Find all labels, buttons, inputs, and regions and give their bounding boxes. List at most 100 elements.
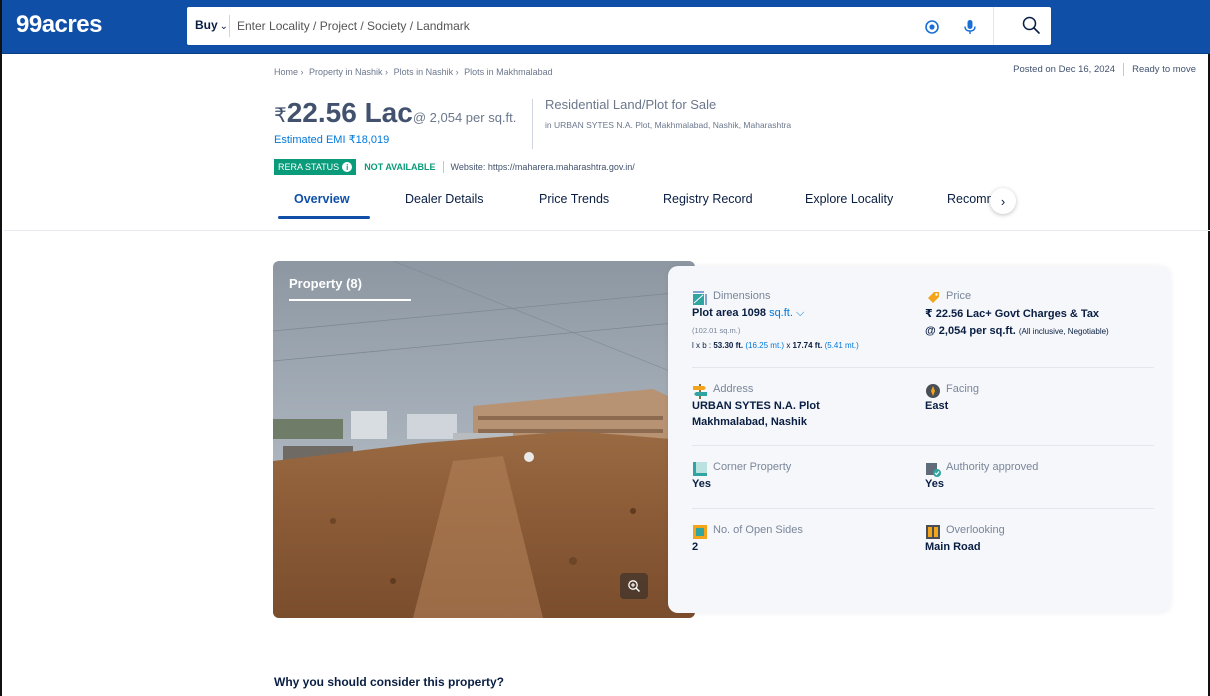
facing-label: Facing (946, 383, 980, 395)
price-block: ₹22.56 Lac@ 2,054 per sq.ft. (274, 97, 516, 129)
rera-row: RERA STATUS i NOT AVAILABLE Website: http… (274, 159, 635, 175)
chevron-right-icon: › (1000, 193, 1006, 209)
posted-info: Posted on Dec 16, 2024 Ready to move (1013, 63, 1196, 76)
window-view-icon (926, 525, 940, 539)
corner-property-value-line: Yes (692, 478, 711, 490)
dimensions-value: Plot area 1098 sq.ft. ⌵ (692, 307, 804, 320)
rera-status-badge[interactable]: RERA STATUS i (274, 159, 357, 175)
rera-divider (442, 161, 444, 173)
details-row-divider (692, 445, 1154, 446)
price-total: ₹ 22.56 Lac+ Govt Charges & Tax (925, 308, 1100, 320)
corner-property-value: Yes (692, 478, 711, 490)
address-line2: Makhmalabad, Nashik (692, 416, 807, 428)
location-target-icon[interactable] (923, 18, 941, 36)
search-input[interactable] (237, 15, 887, 37)
open-sides-icon (693, 525, 707, 539)
overlooking-value: Main Road (925, 541, 981, 553)
info-icon: i (342, 162, 353, 172)
property-location: in URBAN SYTES N.A. Plot, Makhmalabad, N… (545, 120, 792, 130)
price-tag-icon (928, 292, 939, 303)
page-frame: 99acres Buy⌄ Home › Property in Nashik › (0, 0, 1210, 696)
length-mt: (16.25 mt.) (745, 341, 785, 350)
rera-badge-label: RERA STATUS (278, 162, 340, 172)
chevron-down-icon: ⌄ (219, 21, 229, 32)
price-value-line: ₹ 22.56 Lac+ Govt Charges & Tax (925, 307, 1099, 320)
tabs-divider (4, 230, 1210, 231)
posted-divider (1123, 63, 1125, 76)
open-sides-value-line: 2 (692, 541, 698, 553)
breadth-mt: (5.41 mt.) (824, 341, 859, 350)
breadcrumb-property-nashik[interactable]: Property in Nashik › (309, 67, 388, 77)
address-value-2: Makhmalabad, Nashik (692, 416, 807, 428)
lxb-prefix: l x b : (692, 341, 712, 350)
authority-approved-value: Yes (925, 478, 944, 490)
corner-property-label: Corner Property (713, 461, 792, 473)
header-divider (532, 99, 533, 149)
property-photo-image (273, 261, 695, 618)
breadcrumb: Home › Property in Nashik › Plots in Nas… (274, 67, 556, 77)
price-rate: @ 2,054 per sq.ft. (925, 325, 1016, 337)
search-separator (993, 7, 994, 45)
tab-price-trends[interactable]: Price Trends (539, 192, 609, 206)
microphone-icon[interactable] (961, 18, 979, 36)
plot-lxb: l x b : 53.30 ft. (16.25 mt.) x 17.74 ft… (692, 341, 859, 350)
unit-dropdown[interactable]: sq.ft. ⌵ (769, 307, 804, 319)
address-line1: URBAN SYTES N.A. Plot (692, 400, 820, 412)
corner-property-icon (693, 462, 707, 476)
price-note: (All inclusive, Negotiable) (1018, 327, 1109, 336)
photo-count-title: Property (8) (289, 276, 362, 291)
authority-approved-icon (926, 463, 941, 477)
dimensions-icon (693, 291, 707, 305)
price-per-sqft: @ 2,054 per sq.ft. (412, 110, 517, 125)
open-sides-value: 2 (692, 541, 699, 553)
search-divider (229, 15, 230, 37)
plot-area-sqm: (102.01 sq.m.) (692, 326, 741, 335)
posted-date: Posted on Dec 16, 2024 (1013, 64, 1116, 76)
zoom-in-button[interactable] (620, 573, 648, 599)
address-label: Address (713, 383, 754, 395)
photo-title-underline (289, 299, 411, 301)
overlooking-value-line: Main Road (925, 541, 981, 553)
tab-dealer-details[interactable]: Dealer Details (405, 192, 484, 206)
address-value-1: URBAN SYTES N.A. Plot (692, 400, 820, 412)
tab-overview[interactable]: Overview (294, 192, 350, 206)
possession-status: Ready to move (1132, 64, 1196, 76)
rera-website: Website: https://maharera.maharashtra.go… (450, 162, 635, 172)
tabs-next-button[interactable]: › (990, 188, 1016, 214)
details-row-divider (692, 367, 1154, 368)
estimated-emi-link[interactable]: Estimated EMI ₹18,019 (274, 133, 389, 146)
facing-value-line: East (925, 400, 948, 412)
property-photo[interactable]: Property (8) (273, 261, 695, 618)
breadcrumb-home[interactable]: Home › (274, 67, 304, 77)
price-rate-line: @ 2,054 per sq.ft. (All inclusive, Negot… (925, 325, 1109, 337)
site-logo[interactable]: 99acres (16, 11, 102, 39)
buy-label: Buy (195, 18, 218, 32)
breadcrumb-plots-makhmalabad[interactable]: Plots in Makhmalabad (464, 67, 553, 77)
rupee-symbol: ₹ (274, 105, 287, 127)
buy-dropdown[interactable]: Buy ⌄ (195, 18, 228, 32)
price-value: 22.56 Lac (286, 97, 413, 128)
search-icon[interactable] (1021, 15, 1041, 35)
tab-registry-record[interactable]: Registry Record (663, 192, 753, 206)
breadth-ft: 17.74 ft. (792, 341, 823, 350)
signpost-icon (693, 384, 707, 399)
chevron-down-icon: ⌵ (795, 307, 805, 319)
compass-icon (926, 384, 940, 398)
price-label: Price (946, 290, 972, 302)
plot-area-value: Plot area 1098 (692, 307, 766, 319)
open-sides-label: No. of Open Sides (713, 524, 803, 536)
authority-approved-value-line: Yes (925, 478, 944, 490)
authority-approved-label: Authority approved (946, 461, 1039, 473)
rera-status-value: NOT AVAILABLE (364, 162, 436, 172)
unit-label: sq.ft. (769, 307, 793, 319)
why-consider-heading: Why you should consider this property? (274, 675, 505, 689)
length-ft: 53.30 ft. (713, 341, 744, 350)
dimensions-label: Dimensions (713, 290, 771, 302)
overlooking-label: Overlooking (946, 524, 1005, 536)
tab-explore-locality[interactable]: Explore Locality (805, 192, 893, 206)
search-bar: Buy ⌄ (187, 7, 1051, 45)
breadcrumb-plots-nashik[interactable]: Plots in Nashik › (394, 67, 459, 77)
property-type: Residential Land/Plot for Sale (545, 97, 717, 112)
top-navbar: 99acres Buy ⌄ (2, 0, 1210, 54)
details-row-divider (692, 508, 1154, 509)
